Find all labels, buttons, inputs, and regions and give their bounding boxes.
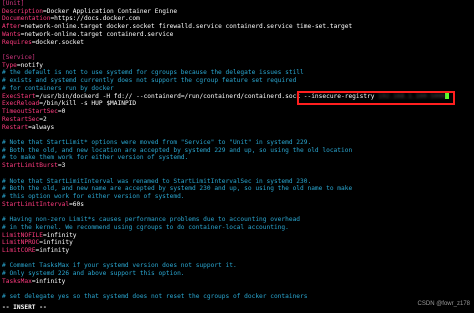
- config-value: 2: [43, 115, 47, 123]
- config-value: 3: [61, 162, 66, 170]
- editor-line[interactable]: # Both the old, and new location are acc…: [2, 147, 474, 155]
- config-key: TasksMax: [2, 277, 32, 285]
- config-key: ExecStart: [2, 92, 36, 100]
- editor-line[interactable]: # to make them work for either version o…: [2, 154, 474, 162]
- comment-text: # Having non-zero Limit*s causes perform…: [2, 216, 301, 224]
- config-value: docker.socket: [35, 38, 84, 46]
- blank-line[interactable]: [2, 286, 474, 294]
- config-value: 0: [61, 108, 66, 116]
- config-key: StartLimitBurst: [2, 162, 58, 170]
- config-value: infinity: [39, 247, 70, 254]
- comment-text: # the default is not to use systemd for …: [2, 69, 304, 77]
- config-key: Description: [2, 7, 43, 15]
- config-value: /bin/kill -s HUP $MAINPID: [43, 100, 137, 108]
- config-key: RestartSec: [2, 115, 40, 123]
- comment-text: # Comment TasksMax if your systemd versi…: [2, 262, 237, 270]
- editor-line[interactable]: LimitCORE=infinity: [2, 247, 474, 255]
- editor-line[interactable]: # in the kernel. We recommend using cgro…: [2, 224, 474, 232]
- editor-line[interactable]: StartLimitInterval=60s: [2, 201, 474, 209]
- config-value: network-online.target docker.socket fire…: [24, 23, 353, 31]
- blank-line[interactable]: [2, 170, 474, 178]
- config-value: https://docs.docker.com: [54, 15, 140, 23]
- comment-text: # in the kernel. We recommend using cgro…: [2, 223, 289, 231]
- csdn-watermark: CSDN @fowr_z178: [417, 301, 470, 308]
- comment-text: # Only systemd 226 and above support thi…: [2, 270, 185, 278]
- editor-line[interactable]: # Comment TasksMax if your systemd versi…: [2, 262, 474, 270]
- section-header: [Unit]: [2, 0, 25, 7]
- annotation-highlight-box: [297, 91, 455, 105]
- comment-text: # for containers run by docker: [2, 84, 114, 92]
- config-key: After: [2, 23, 21, 31]
- config-value: Docker Application Container Engine: [46, 7, 178, 15]
- config-key: Type: [2, 61, 17, 69]
- editor-line[interactable]: Documentation=https://docs.docker.com: [2, 15, 474, 23]
- editor-line[interactable]: # this option work for either version of…: [2, 193, 474, 201]
- editor-line[interactable]: LimitNPROC=infinity: [2, 239, 474, 247]
- config-key: Restart: [2, 123, 29, 131]
- comment-text: # set delegate yes so that systemd does …: [2, 293, 308, 301]
- blank-line[interactable]: [2, 208, 474, 216]
- terminal-window[interactable]: [Unit] Description=Docker Application Con…: [0, 0, 474, 313]
- editor-buffer[interactable]: [Unit] Description=Docker Application Con…: [2, 0, 474, 301]
- config-key: LimitNOFILE: [2, 231, 43, 239]
- editor-line[interactable]: # Only systemd 226 and above support thi…: [2, 270, 474, 278]
- comment-text: # Note that StartLimit* options were mov…: [2, 138, 312, 146]
- comment-text: # exists and systemd currently does not …: [2, 77, 297, 85]
- editor-line[interactable]: Restart=always: [2, 124, 474, 132]
- editor-line[interactable]: # Note that StartLimitInterval was renam…: [2, 178, 474, 186]
- editor-line[interactable]: # the default is not to use systemd for …: [2, 69, 474, 77]
- comment-text: # Both the old, and new location are acc…: [2, 146, 353, 154]
- comment-text: # this option work for either version of…: [2, 192, 185, 200]
- editor-line[interactable]: # Having non-zero Limit*s causes perform…: [2, 216, 474, 224]
- comment-text: # Note that StartLimitInterval was renam…: [2, 177, 312, 185]
- blank-line[interactable]: [2, 255, 474, 263]
- editor-line[interactable]: # Note that StartLimit* options were mov…: [2, 139, 474, 147]
- config-key: TimeoutStartSec: [2, 108, 58, 116]
- editor-line[interactable]: Type=notify: [2, 62, 474, 70]
- editor-line[interactable]: [Service]: [2, 54, 474, 62]
- editor-line[interactable]: TimeoutStartSec=0: [2, 108, 474, 116]
- config-key: Requires: [2, 38, 32, 46]
- config-value: infinity: [35, 277, 66, 285]
- editor-line[interactable]: Requires=docker.socket: [2, 39, 474, 47]
- config-key: Documentation: [2, 15, 51, 23]
- editor-line[interactable]: TasksMax=infinity: [2, 278, 474, 286]
- comment-text: # Both the old, and new name are accepte…: [2, 185, 353, 193]
- editor-line[interactable]: Description=Docker Application Container…: [2, 8, 474, 16]
- config-value: always: [31, 123, 55, 131]
- editor-line[interactable]: # Both the old, and new name are accepte…: [2, 185, 474, 193]
- editor-line[interactable]: # set delegate yes so that systemd does …: [2, 293, 474, 301]
- blank-line[interactable]: [2, 131, 474, 139]
- config-value: 60s: [72, 200, 84, 208]
- config-value: infinity: [43, 239, 73, 247]
- vim-mode-indicator: -- INSERT --: [2, 304, 47, 312]
- editor-line[interactable]: After=network-online.target docker.socke…: [2, 23, 474, 31]
- config-key: Wants: [2, 30, 21, 38]
- config-value: notify: [20, 61, 43, 69]
- blank-line[interactable]: [2, 46, 474, 54]
- editor-line[interactable]: StartLimitBurst=3: [2, 162, 474, 170]
- config-value: infinity: [46, 231, 77, 239]
- config-key: StartLimitInterval: [2, 200, 70, 208]
- editor-line[interactable]: RestartSec=2: [2, 116, 474, 124]
- section-header: [Service]: [2, 54, 36, 62]
- comment-text: # to make them work for either version o…: [2, 154, 189, 162]
- editor-line[interactable]: [Unit]: [2, 0, 474, 8]
- config-value: network-online.target containerd.service: [24, 30, 174, 38]
- config-key: LimitNPROC: [2, 239, 40, 247]
- editor-line[interactable]: # exists and systemd currently does not …: [2, 77, 474, 85]
- config-key: LimitCORE: [2, 247, 36, 254]
- editor-line[interactable]: LimitNOFILE=infinity: [2, 232, 474, 240]
- config-key: ExecReload: [2, 100, 40, 108]
- editor-line[interactable]: Wants=network-online.target containerd.s…: [2, 31, 474, 39]
